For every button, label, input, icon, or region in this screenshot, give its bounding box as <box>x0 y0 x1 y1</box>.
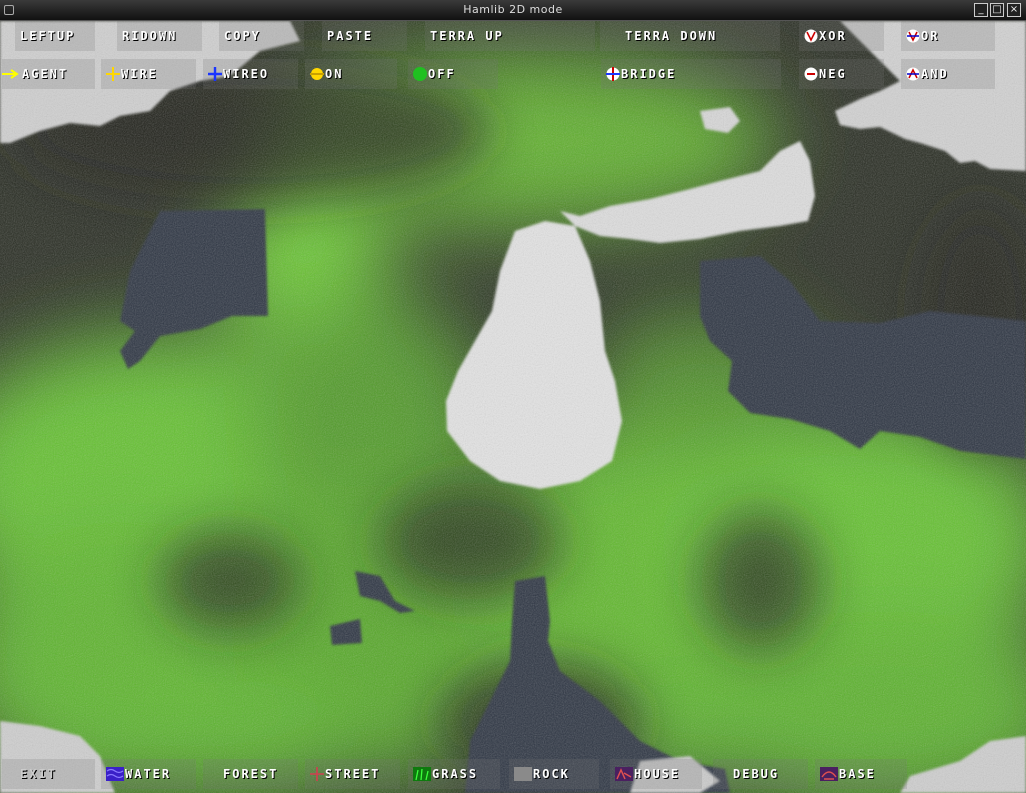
and-icon <box>906 67 920 81</box>
and-label: AND <box>921 67 949 81</box>
exit-label: EXIT <box>20 767 57 781</box>
terra-up-button[interactable]: TERRA UP <box>425 21 595 51</box>
window-title: Hamlib 2D mode <box>463 3 563 16</box>
maximize-icon[interactable]: □ <box>990 3 1004 17</box>
green-dot-icon <box>413 67 427 81</box>
base-icon <box>820 767 838 781</box>
yellow-dot-icon <box>310 67 324 81</box>
grass-button[interactable]: GRASS <box>408 759 500 789</box>
rock-button[interactable]: ROCK <box>509 759 599 789</box>
base-button[interactable]: BASE <box>815 759 907 789</box>
bridge-label: BRIDGE <box>621 67 677 81</box>
street-icon <box>310 767 324 781</box>
rock-icon <box>514 767 532 781</box>
on-button[interactable]: ON <box>305 59 397 89</box>
house-icon <box>615 767 633 781</box>
base-label: BASE <box>839 767 876 781</box>
wireo-button[interactable]: WIREO <box>203 59 298 89</box>
rock-label: ROCK <box>533 767 570 781</box>
wireo-label: WIREO <box>223 67 270 81</box>
off-label: OFF <box>428 67 456 81</box>
bridge-icon <box>606 67 620 81</box>
house-label: HOUSE <box>634 767 681 781</box>
on-label: ON <box>325 67 344 81</box>
street-label: STREET <box>325 767 381 781</box>
terra-down-button[interactable]: TERRA DOWN <box>600 21 780 51</box>
terra-up-label: TERRA UP <box>430 29 504 43</box>
agent-button[interactable]: AGENT <box>2 59 95 89</box>
house-button[interactable]: HOUSE <box>610 759 702 789</box>
street-button[interactable]: STREET <box>305 759 400 789</box>
terra-down-label: TERRA DOWN <box>625 29 718 43</box>
arrow-icon <box>2 67 19 81</box>
or-label: OR <box>921 29 940 43</box>
terrain-map[interactable] <box>0 21 1026 793</box>
neg-button[interactable]: NEG <box>799 59 884 89</box>
minimize-icon[interactable]: _ <box>974 3 988 17</box>
bridge-button[interactable]: BRIDGE <box>601 59 781 89</box>
title-bar: Hamlib 2D mode _ □ × <box>0 0 1026 21</box>
paste-button[interactable]: PASTE <box>322 21 407 51</box>
wire-button[interactable]: WIRE <box>101 59 196 89</box>
exit-button[interactable]: EXIT <box>2 759 95 789</box>
water-label: WATER <box>125 767 172 781</box>
ridown-button[interactable]: RIDOWN <box>117 21 202 51</box>
paste-label: PASTE <box>327 29 374 43</box>
v-circle-icon <box>804 29 818 43</box>
terrain-noise <box>0 21 1026 793</box>
neg-icon <box>804 67 818 81</box>
debug-label: DEBUG <box>733 767 780 781</box>
and-button[interactable]: AND <box>901 59 995 89</box>
debug-button[interactable]: DEBUG <box>713 759 808 789</box>
leftup-label: LEFTUP <box>20 29 76 43</box>
xor-button[interactable]: XOR <box>799 21 884 51</box>
forest-button[interactable]: FOREST <box>203 759 298 789</box>
grass-label: GRASS <box>432 767 479 781</box>
xor-label: XOR <box>819 29 847 43</box>
yellow-cross-icon <box>106 67 120 81</box>
neg-label: NEG <box>819 67 847 81</box>
blue-cross-icon <box>208 67 222 81</box>
copy-button[interactable]: COPY <box>219 21 304 51</box>
forest-label: FOREST <box>223 767 279 781</box>
ridown-label: RIDOWN <box>122 29 178 43</box>
v-cross-icon <box>906 29 920 43</box>
grass-icon <box>413 767 431 781</box>
leftup-button[interactable]: LEFTUP <box>15 21 95 51</box>
or-button[interactable]: OR <box>901 21 995 51</box>
off-button[interactable]: OFF <box>408 59 498 89</box>
water-button[interactable]: WATER <box>101 759 196 789</box>
agent-label: AGENT <box>22 67 69 81</box>
wire-label: WIRE <box>121 67 158 81</box>
close-icon[interactable]: × <box>1007 3 1021 17</box>
water-icon <box>106 767 124 781</box>
copy-label: COPY <box>224 29 261 43</box>
app-window: Hamlib 2D mode _ □ × LEFTUP RIDOWN COPY … <box>0 0 1026 793</box>
